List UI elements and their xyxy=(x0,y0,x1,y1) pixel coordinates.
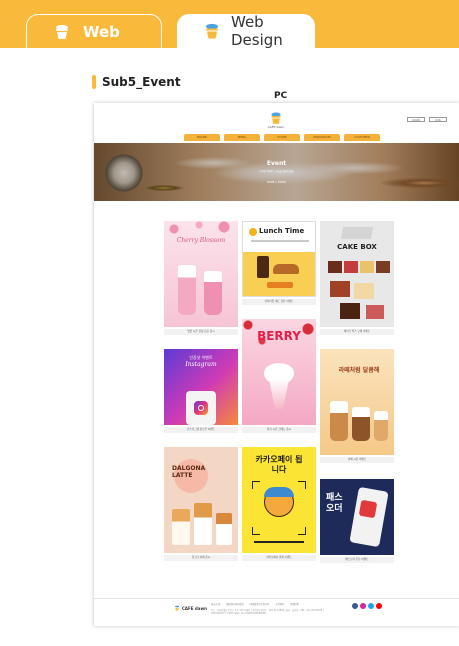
footer-link[interactable]: 회사소개 xyxy=(211,602,220,606)
event-thumbnail: Cherry Blossom xyxy=(164,221,238,327)
nav-item-promotion[interactable]: PROMOTION xyxy=(304,134,340,141)
join-button[interactable]: JOIN xyxy=(429,117,447,122)
event-card-cherry[interactable]: Cherry Blossom 벚꽃 시즌 한정 음료 출시 xyxy=(164,221,238,335)
event-thumbnail: 인증샷 이벤트 Instagram xyxy=(164,349,238,425)
hero-subtitle: 다양한 이벤트 소식을 확인하세요 xyxy=(259,170,294,173)
nav-item-menu[interactable]: MENU xyxy=(224,134,260,141)
footer-link[interactable]: 개인정보처리방침 xyxy=(226,602,244,606)
event-thumbnail: 카카오페이 됩니다 xyxy=(242,447,316,553)
event-card-instagram[interactable]: 인증샷 이벤트 Instagram 인스타그램 팔로우 이벤트 xyxy=(164,349,238,433)
event-caption: 벚꽃 시즌 한정 음료 출시 xyxy=(164,329,238,335)
cafe-logo-text: CAFE dawn xyxy=(267,125,285,129)
footer-menu: 회사소개 개인정보처리방침 이메일무단수집거부 고객센터 가맹문의 xyxy=(211,602,299,606)
instagram-icon[interactable] xyxy=(360,603,366,609)
footer-logo-text: CAFE dawn xyxy=(182,605,207,611)
event-caption: 카카오페이 결제 이벤트 xyxy=(242,555,316,561)
event-card-dalgona[interactable]: DALGONA LATTE 달고나 라떼 출시 xyxy=(164,447,238,561)
event-thumbnail: 패스오더 xyxy=(320,479,394,555)
tab-web[interactable]: Web xyxy=(26,14,162,48)
tab-web-design-label: Web Design xyxy=(231,13,283,49)
footer-info: 주소 : 서울특별시 종로구 종로 123 카페던 | 사업자등록번호 : 12… xyxy=(211,609,324,615)
event-card-passorder[interactable]: 패스오더 패스오더 주문 이벤트 xyxy=(320,479,394,563)
top-tab-bar: Web Web Design xyxy=(0,0,459,49)
device-label: PC xyxy=(274,91,288,101)
sns-links xyxy=(352,603,382,609)
hero-banner: Event 다양한 이벤트 소식을 확인하세요 HOME > EVENT xyxy=(94,143,459,201)
nav-item-store[interactable]: STORE xyxy=(264,134,300,141)
pc-mockup: CAFE dawn LOGIN JOIN BRAND MENU STORE PR… xyxy=(94,103,459,626)
section-title-text: Sub5_Event xyxy=(102,75,181,89)
event-thumbnail: Lunch Time xyxy=(242,221,316,297)
cafe-logo-icon xyxy=(175,605,179,611)
section-title-marker xyxy=(92,75,96,89)
cafe-logo-icon xyxy=(269,110,283,124)
breadcrumb: HOME > EVENT xyxy=(266,181,287,184)
event-thumbnail: BERRY xyxy=(242,319,316,425)
header-utility: LOGIN JOIN xyxy=(407,117,447,122)
login-button[interactable]: LOGIN xyxy=(407,117,425,122)
facebook-icon[interactable] xyxy=(352,603,358,609)
footer-logo: CAFE dawn xyxy=(174,605,207,611)
event-caption: 딸기 시즌 신메뉴 출시 xyxy=(242,427,316,433)
nav-item-brand[interactable]: BRAND xyxy=(184,134,220,141)
event-caption: 런치타임 세트 할인 이벤트 xyxy=(242,299,316,305)
event-caption: 라떼 시즌 이벤트 xyxy=(320,457,394,463)
event-caption: 인스타그램 팔로우 이벤트 xyxy=(164,427,238,433)
section-title: Sub5_Event xyxy=(92,75,181,89)
footer-link[interactable]: 가맹문의 xyxy=(290,602,299,606)
event-card-lunch[interactable]: Lunch Time 런치타임 세트 할인 이벤트 xyxy=(242,221,316,305)
event-caption: 패스오더 주문 이벤트 xyxy=(320,557,394,563)
main-nav: BRAND MENU STORE PROMOTION CUSTOMER xyxy=(184,134,380,141)
event-caption: 케이크 박스 구매 이벤트 xyxy=(320,329,394,335)
cup-icon xyxy=(203,22,221,40)
event-thumbnail: CAKE BOX xyxy=(320,221,394,327)
hero-title: Event xyxy=(266,160,287,167)
tab-web-design[interactable]: Web Design xyxy=(177,13,315,49)
event-caption: 달고나 라떼 출시 xyxy=(164,555,238,561)
event-thumbnail: DALGONA LATTE xyxy=(164,447,238,553)
footer-divider xyxy=(94,598,459,599)
nav-item-customer[interactable]: CUSTOMER xyxy=(344,134,380,141)
tab-web-label: Web xyxy=(83,22,120,41)
footer-link[interactable]: 이메일무단수집거부 xyxy=(249,602,269,606)
event-card-berry[interactable]: BERRY 딸기 시즌 신메뉴 출시 xyxy=(242,319,316,433)
youtube-icon[interactable] xyxy=(376,603,382,609)
cup-icon xyxy=(53,23,71,41)
event-card-latte[interactable]: 라떼처럼 달콤해 라떼 시즌 이벤트 xyxy=(320,349,394,463)
event-card-kakaopay[interactable]: 카카오페이 됩니다 카카오페이 결제 이벤트 xyxy=(242,447,316,561)
event-card-cakebox[interactable]: CAKE BOX 케이크 박스 구매 이벤트 xyxy=(320,221,394,335)
event-thumbnail: 라떼처럼 달콤해 xyxy=(320,349,394,455)
twitter-icon[interactable] xyxy=(368,603,374,609)
footer-link[interactable]: 고객센터 xyxy=(275,602,284,606)
